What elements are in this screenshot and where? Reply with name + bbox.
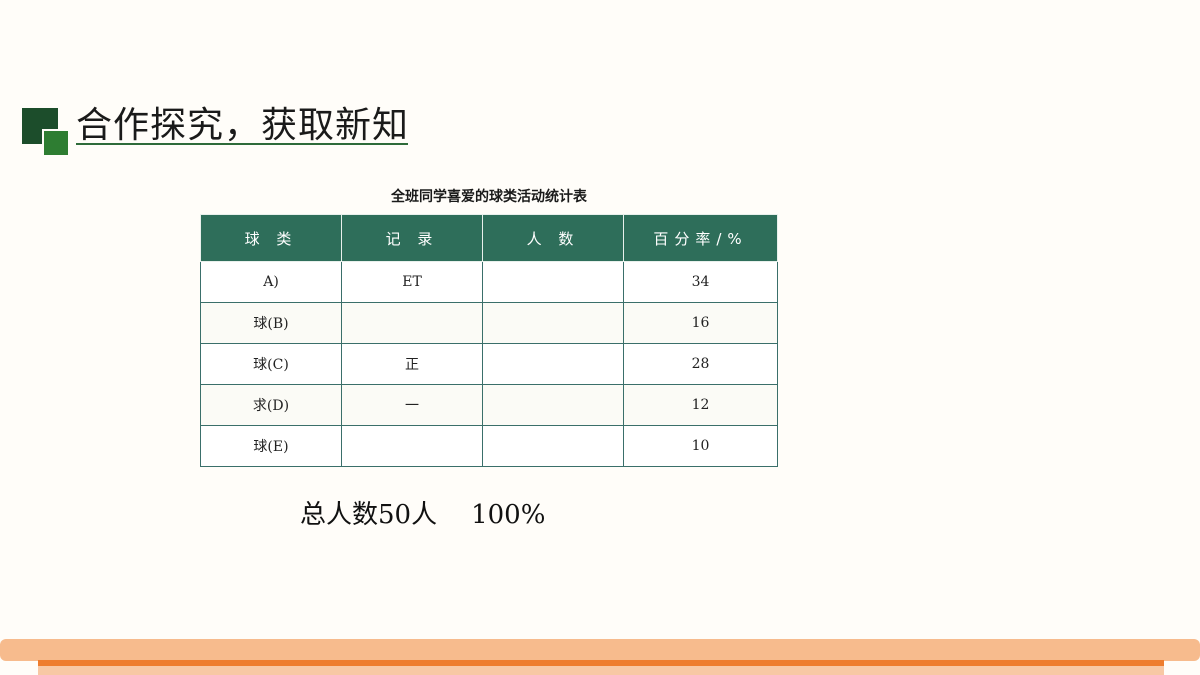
table-row: 球(C) 正 28 (200, 343, 778, 385)
cell-ball-type: 球(C) (200, 343, 342, 385)
total-percent: 100% (471, 500, 546, 530)
header-count: 人 数 (482, 214, 624, 262)
table-row: 球(B) 16 (200, 302, 778, 344)
total-people-label: 总人数50人 (300, 500, 438, 530)
table-header-row: 球 类 记 录 人 数 百分率/% (200, 214, 778, 262)
cell-count (482, 302, 624, 344)
cell-count (482, 343, 624, 385)
cell-percent: 28 (623, 343, 778, 385)
cell-record: 正 (341, 343, 483, 385)
header-record: 记 录 (341, 214, 483, 262)
ball-stats-table: 球 类 记 录 人 数 百分率/% A) ET 34 球(B) 16 球(C) … (200, 214, 778, 467)
header-ball-type: 球 类 (200, 214, 342, 262)
slide-title: 合作探究，获取新知 (76, 105, 410, 146)
cell-percent: 12 (623, 384, 778, 426)
cell-record (341, 425, 483, 467)
header-percent: 百分率/% (623, 214, 778, 262)
cell-count (482, 425, 624, 467)
cell-percent: 34 (623, 261, 778, 303)
cell-ball-type: 求(D) (200, 384, 342, 426)
cell-record (341, 302, 483, 344)
cell-record: 一 (341, 384, 483, 426)
cell-record: ET (341, 261, 483, 303)
cell-ball-type: 球(B) (200, 302, 342, 344)
title-underline (76, 143, 408, 145)
cell-count (482, 261, 624, 303)
title-square-light (42, 129, 70, 157)
cell-percent: 16 (623, 302, 778, 344)
table-row: A) ET 34 (200, 261, 778, 303)
footer-bar-under (38, 666, 1164, 675)
cell-ball-type: A) (200, 261, 342, 303)
footer-bar-light (0, 639, 1200, 661)
cell-ball-type: 球(E) (200, 425, 342, 467)
cell-percent: 10 (623, 425, 778, 467)
table-row: 求(D) 一 12 (200, 384, 778, 426)
cell-count (482, 384, 624, 426)
total-summary: 总人数50人 100% (300, 494, 545, 531)
table-caption: 全班同学喜爱的球类活动统计表 (391, 189, 587, 205)
table-row: 球(E) 10 (200, 425, 778, 467)
